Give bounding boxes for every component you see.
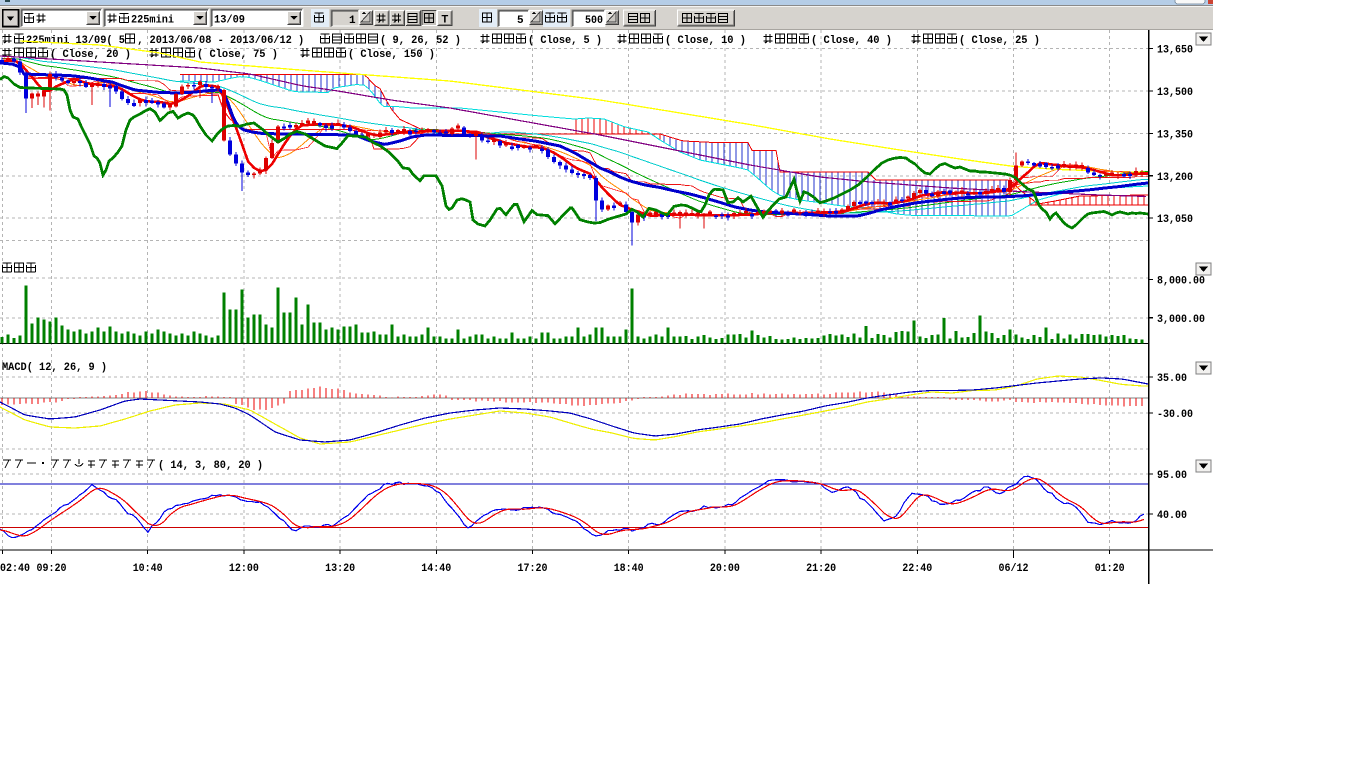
svg-text:40.00: 40.00 [1157,510,1187,522]
svg-text:20:00: 20:00 [710,563,740,575]
svg-text:13,650: 13,650 [1157,45,1193,57]
svg-text:02:40: 02:40 [0,563,30,575]
svg-text:, 2013/06/08 - 2013/06/12 ): , 2013/06/08 - 2013/06/12 ) [137,35,304,47]
svg-text:22:40: 22:40 [902,563,932,575]
svg-text:12:00: 12:00 [229,563,259,575]
svg-text:( Close, 10 ): ( Close, 10 ) [665,35,746,47]
svg-text:3,000.00: 3,000.00 [1157,314,1205,326]
svg-text:500: 500 [585,15,603,27]
svg-text:( Close, 25 ): ( Close, 25 ) [959,35,1040,47]
svg-text:18:40: 18:40 [614,563,644,575]
svg-text:13,050: 13,050 [1157,214,1193,226]
svg-text:( Close, 40 ): ( Close, 40 ) [811,35,892,47]
svg-text:( 9, 26, 52 ): ( 9, 26, 52 ) [380,35,461,47]
svg-text:( Close, 5 ): ( Close, 5 ) [528,35,602,47]
svg-text:5: 5 [517,15,524,27]
svg-text:13,200: 13,200 [1157,172,1193,184]
svg-text:01:20: 01:20 [1095,563,1125,575]
svg-text:06/12: 06/12 [999,563,1029,575]
svg-text:14:40: 14:40 [421,563,451,575]
svg-text:17:20: 17:20 [518,563,548,575]
svg-text:-30.00: -30.00 [1157,409,1193,421]
svg-text:13/09: 13/09 [214,15,245,27]
svg-text:( Close, 75 ): ( Close, 75 ) [197,49,278,61]
svg-text:13:20: 13:20 [325,563,355,575]
svg-text:( 14, 3, 80, 20 ): ( 14, 3, 80, 20 ) [158,460,263,472]
svg-text:1: 1 [349,15,356,27]
svg-text:21:20: 21:20 [806,563,836,575]
svg-text:( Close, 150 ): ( Close, 150 ) [348,49,435,61]
svg-text:225mini 13/09( 5: 225mini 13/09( 5 [26,35,125,47]
svg-text:8,000.00: 8,000.00 [1157,276,1205,288]
svg-text:95.00: 95.00 [1157,470,1187,482]
svg-text:10:40: 10:40 [133,563,163,575]
svg-text:09:20: 09:20 [37,563,67,575]
svg-text:35.00: 35.00 [1157,373,1187,385]
svg-text:T: T [442,14,449,26]
svg-text:225mini: 225mini [131,15,174,27]
svg-text:13,500: 13,500 [1157,87,1193,99]
svg-text:MACD( 12, 26, 9 ): MACD( 12, 26, 9 ) [2,362,107,374]
svg-text:13,350: 13,350 [1157,129,1193,141]
